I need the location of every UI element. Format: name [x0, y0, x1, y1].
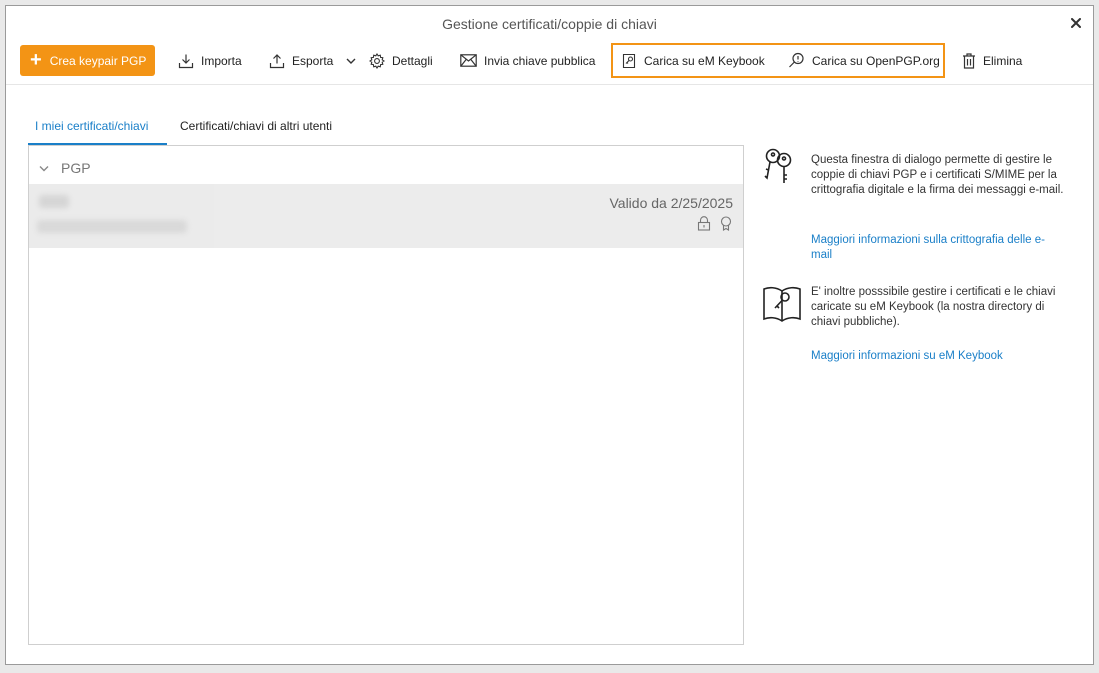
close-icon	[1071, 18, 1081, 28]
delete-label: Elimina	[983, 53, 1023, 68]
trash-icon	[963, 52, 975, 69]
send-public-key-button[interactable]: Invia chiave pubblica	[460, 45, 595, 76]
send-public-key-label: Invia chiave pubblica	[484, 53, 596, 68]
delete-button[interactable]: Elimina	[962, 45, 1022, 76]
tab-my-certificates-label: I miei certificati/chiavi	[35, 119, 149, 133]
tab-other-users-label: Certificati/chiavi di altri utenti	[180, 119, 333, 133]
certificate-seal-icon	[720, 216, 732, 231]
details-label: Dettagli	[392, 53, 433, 68]
window-title: Gestione certificati/coppie di chiavi	[442, 16, 657, 32]
row-status-icons	[697, 216, 733, 231]
upload-keybook-button[interactable]: Carica su eM Keybook	[621, 45, 765, 76]
import-label: Importa	[201, 53, 242, 68]
upload-icon	[269, 53, 285, 68]
group-header-pgp[interactable]: PGP	[39, 160, 91, 176]
toolbar: + Crea keypair PGP Importa Esporta Detta…	[6, 42, 1093, 85]
chevron-down-icon	[39, 165, 49, 171]
certificate-list: PGP Valido da 2/25/2025	[28, 145, 744, 645]
certificate-manager-window: Gestione certificati/coppie di chiavi + …	[5, 5, 1094, 665]
envelope-icon	[460, 54, 477, 67]
group-label: PGP	[61, 160, 91, 176]
export-button[interactable]: Esporta	[269, 45, 356, 76]
info-text-keybook: E' inoltre posssibile gestire i certific…	[811, 286, 1056, 328]
keybook-upload-icon	[622, 53, 636, 68]
keys-icon	[764, 148, 792, 183]
key-search-icon	[789, 52, 804, 68]
create-keypair-button[interactable]: + Crea keypair PGP	[20, 45, 155, 76]
upload-openpgp-button[interactable]: Carica su OpenPGP.org	[788, 45, 940, 76]
details-button[interactable]: Dettagli	[369, 45, 433, 76]
create-keypair-label: Crea keypair PGP	[49, 53, 147, 68]
chevron-down-icon[interactable]	[346, 57, 356, 65]
list-item[interactable]: Valido da 2/25/2025	[29, 184, 743, 248]
tab-other-users-certificates[interactable]: Certificati/chiavi di altri utenti	[180, 116, 332, 145]
key-book-icon	[763, 286, 801, 322]
plus-icon: +	[30, 48, 42, 71]
tab-my-certificates[interactable]: I miei certificati/chiavi	[28, 116, 167, 145]
gear-icon	[369, 52, 385, 69]
valid-from-text: Valido da 2/25/2025	[609, 195, 733, 211]
title-bar: Gestione certificati/coppie di chiavi	[6, 6, 1093, 40]
import-button[interactable]: Importa	[178, 45, 242, 76]
lock-icon	[697, 216, 711, 231]
toolbar-divider	[6, 84, 1093, 85]
link-encryption-info[interactable]: Maggiori informazioni sulla crittografia…	[811, 233, 1061, 263]
upload-keybook-label: Carica su eM Keybook	[644, 53, 765, 68]
download-icon	[178, 54, 194, 68]
close-button[interactable]	[1067, 14, 1085, 32]
upload-openpgp-label: Carica su OpenPGP.org	[812, 53, 940, 68]
redaction-overlay	[29, 184, 214, 248]
info-text-encryption: Questa finestra di dialogo permette di g…	[811, 154, 1064, 196]
export-label: Esporta	[292, 53, 334, 68]
link-keybook-info[interactable]: Maggiori informazioni su eM Keybook	[811, 349, 1061, 364]
